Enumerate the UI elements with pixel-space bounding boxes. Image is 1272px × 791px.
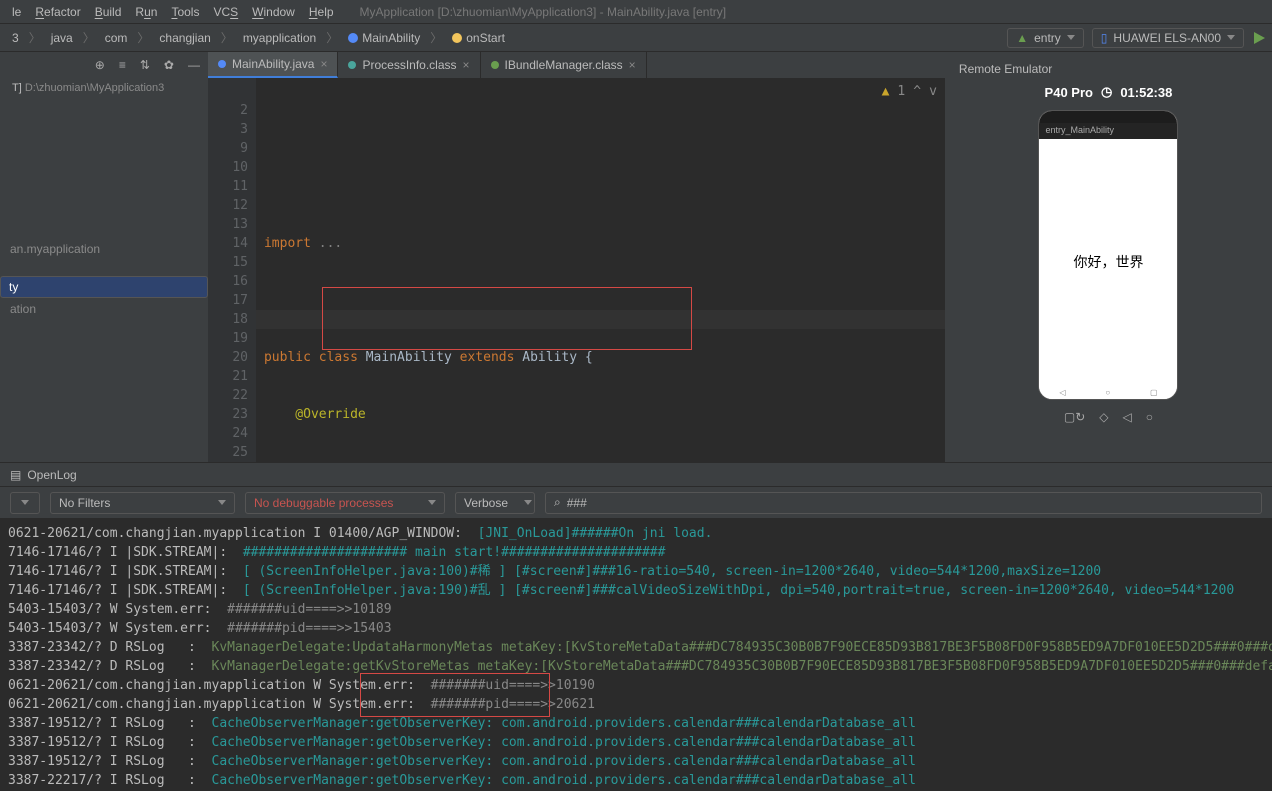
app-body: 你好，世界: [1039, 139, 1177, 385]
editor: MainAbility.java× ProcessInfo.class× IBu…: [208, 52, 945, 462]
menu-refactor[interactable]: Refactor: [29, 3, 86, 21]
crumb-changjian[interactable]: changjian: [153, 29, 216, 47]
chevron-right-icon: 〉: [29, 29, 41, 46]
method-icon: [452, 33, 462, 43]
sidebar-item-package[interactable]: an.myapplication: [0, 238, 208, 260]
close-icon[interactable]: ×: [320, 57, 327, 71]
crumb-com[interactable]: com: [99, 29, 134, 47]
run-config-select[interactable]: ▲entry: [1007, 28, 1084, 48]
hammer-icon: ▲: [1016, 31, 1028, 45]
recents-icon[interactable]: ▢: [1150, 388, 1158, 397]
phone-screen[interactable]: entry_MainAbility 你好，世界 ◁ ○ ▢: [1038, 110, 1178, 400]
caret-icon: [21, 500, 29, 505]
nav-bar: ◁ ○ ▢: [1039, 385, 1177, 399]
tab-mainability[interactable]: MainAbility.java×: [208, 52, 339, 78]
expand-icon[interactable]: ⇅: [140, 58, 150, 72]
menu-build[interactable]: Build: [89, 3, 128, 21]
openlog-tab[interactable]: ▤OpenLog: [0, 462, 1272, 486]
device-select[interactable]: ▯HUAWEI ELS-AN00: [1092, 28, 1244, 48]
class-icon: [218, 60, 226, 68]
run-button[interactable]: [1252, 31, 1266, 45]
crumb-class[interactable]: MainAbility: [342, 29, 426, 47]
code-area[interactable]: ▲1 ^ v 239 10111213 14151617 18192021 22…: [208, 78, 945, 462]
hide-icon[interactable]: —: [188, 58, 200, 72]
menu-vcs[interactable]: VCS: [207, 3, 244, 21]
status-bar: [1039, 111, 1177, 123]
sidebar-toolbar: ⊕ ≡ ⇅ ✿ —: [0, 52, 208, 78]
chevron-right-icon: 〉: [326, 29, 338, 46]
log-icon: ▤: [10, 468, 21, 482]
menubar: le Refactor Build Run Tools VCS Window H…: [0, 0, 1272, 24]
gear-icon[interactable]: ✿: [164, 58, 174, 72]
crumb-method[interactable]: onStart: [446, 29, 511, 47]
filter-process[interactable]: No debuggable processes: [245, 492, 445, 514]
sidebar-path: T] D:\zhuomian\MyApplication3: [0, 78, 208, 98]
close-icon[interactable]: ×: [463, 58, 470, 72]
menu-run[interactable]: Run: [129, 3, 163, 21]
tab-ibundlemgr[interactable]: IBundleManager.class×: [481, 52, 647, 78]
chevron-right-icon: 〉: [221, 29, 233, 46]
navbar: 3〉 java〉 com〉 changjian〉 myapplication〉 …: [0, 24, 1272, 52]
log-search[interactable]: ⌕: [545, 492, 1262, 514]
caret-icon: [1227, 35, 1235, 40]
app-bar: entry_MainAbility: [1039, 123, 1177, 139]
log-output[interactable]: 0621-20621/com.changjian.myapplication I…: [0, 518, 1272, 791]
caret-icon: [428, 500, 436, 505]
crumb-app[interactable]: myapplication: [237, 29, 322, 47]
target-icon[interactable]: ⊕: [95, 58, 105, 72]
device-header: P40 Pro◷01:52:38: [951, 80, 1266, 104]
device-icon: ▯: [1101, 31, 1108, 45]
back-icon[interactable]: ◁: [1059, 388, 1065, 397]
home-icon[interactable]: ○: [1105, 388, 1110, 397]
menu-tools[interactable]: Tools: [165, 3, 205, 21]
class-icon: [348, 33, 358, 43]
emulator-title: Remote Emulator: [951, 58, 1266, 80]
window-title: MyApplication [D:\zhuomian\MyApplication…: [360, 5, 727, 19]
crumb-java[interactable]: java: [45, 29, 79, 47]
caret-icon: [1067, 35, 1075, 40]
gutter: 239 10111213 14151617 18192021 22232425: [208, 78, 256, 462]
caret-icon: [524, 500, 532, 505]
chevron-right-icon: 〉: [83, 29, 95, 46]
emulator-panel: Remote Emulator P40 Pro◷01:52:38 entry_M…: [945, 52, 1272, 462]
editor-tabs: MainAbility.java× ProcessInfo.class× IBu…: [208, 52, 945, 78]
sidebar-item-ation[interactable]: ation: [0, 298, 208, 320]
search-icon: ⌕: [554, 495, 561, 510]
filter-nofilters[interactable]: No Filters: [50, 492, 235, 514]
menu-window[interactable]: Window: [246, 3, 301, 21]
code[interactable]: import ... public class MainAbility exte…: [256, 78, 945, 462]
emulator-controls: ▢↻ ◇ ◁ ○: [951, 400, 1266, 434]
collapse-icon[interactable]: ≡: [119, 58, 126, 72]
rotate-icon[interactable]: ▢↻: [1064, 410, 1085, 424]
breadcrumbs: 3〉 java〉 com〉 changjian〉 myapplication〉 …: [6, 29, 511, 47]
menu-le[interactable]: le: [6, 3, 27, 21]
log-search-input[interactable]: [567, 496, 1253, 510]
caret-icon: [218, 500, 226, 505]
clock-icon: ◷: [1101, 84, 1112, 100]
back-icon[interactable]: ◁: [1123, 410, 1132, 424]
tab-processinfo[interactable]: ProcessInfo.class×: [338, 52, 480, 78]
circle-icon[interactable]: ○: [1146, 410, 1153, 424]
log-filters: No Filters No debuggable processes Verbo…: [0, 486, 1272, 518]
filter-level[interactable]: Verbose: [455, 492, 535, 514]
chevron-right-icon: 〉: [137, 29, 149, 46]
sidebar-item-selected[interactable]: ty: [0, 276, 208, 298]
shape-icon[interactable]: ◇: [1099, 410, 1108, 424]
close-icon[interactable]: ×: [629, 58, 636, 72]
sidebar: ⊕ ≡ ⇅ ✿ — T] D:\zhuomian\MyApplication3 …: [0, 52, 208, 462]
chevron-right-icon: 〉: [430, 29, 442, 46]
interface-icon: [491, 61, 499, 69]
crumb-root[interactable]: 3: [6, 29, 25, 47]
class-icon: [348, 61, 356, 69]
filter-device[interactable]: [10, 492, 40, 514]
menu-help[interactable]: Help: [303, 3, 340, 21]
